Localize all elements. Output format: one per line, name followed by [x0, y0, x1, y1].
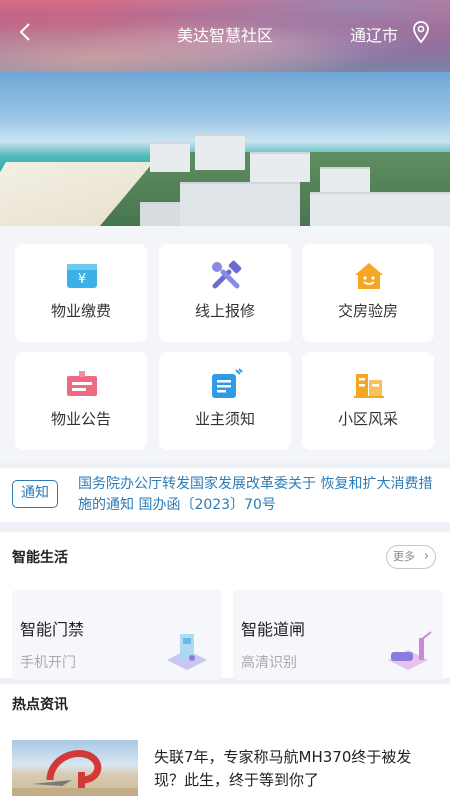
- smart-access-card[interactable]: 智能门禁 手机开门: [12, 590, 222, 680]
- news-thumbnail: [12, 740, 138, 796]
- news-title: 热点资讯: [12, 697, 68, 713]
- service-owner-guide[interactable]: 业主须知: [159, 352, 291, 450]
- smart-life-title: 智能生活: [12, 550, 68, 566]
- service-property-fee[interactable]: ¥ 物业缴费: [15, 244, 147, 342]
- city-selector[interactable]: 通辽市: [350, 22, 398, 46]
- card-title: 智能门禁: [20, 620, 85, 639]
- service-label: 物业公告: [50, 410, 111, 428]
- house-smile-icon: [352, 260, 386, 292]
- wrench-hammer-icon: [209, 260, 243, 292]
- service-label: 线上报修: [194, 302, 255, 320]
- service-community-gallery[interactable]: 小区风采: [302, 352, 434, 450]
- service-grid: ¥ 物业缴费 线上报修 交房验房 物业公告 业主须知 小区风采: [0, 226, 450, 462]
- banner-building: [250, 152, 310, 182]
- smart-gate-card[interactable]: 智能道闸 高清识别: [233, 590, 443, 680]
- location-pin-icon[interactable]: [410, 20, 432, 44]
- notice-board-icon: [65, 368, 99, 400]
- service-online-repair[interactable]: 线上报修: [159, 244, 291, 342]
- news-headline: 失联7年，专家称马航MH370终于被发现？此生，终于等到你了: [154, 748, 412, 789]
- news-item[interactable]: 失联7年，专家称马航MH370终于被发现？此生，终于等到你了: [12, 738, 440, 798]
- banner-building: [180, 182, 300, 226]
- service-label: 业主须知: [194, 410, 255, 428]
- notice-text[interactable]: 国务院办公厅转发国家发展改革委关于 恢复和扩大消费措施的通知 国办函〔2023〕…: [78, 474, 440, 516]
- more-label: 更多: [393, 550, 415, 563]
- banner-building: [150, 142, 190, 172]
- barrier-gate-icon: [383, 630, 433, 670]
- door-access-icon: [162, 630, 212, 670]
- header-bar: 美达智慧社区 通辽市: [0, 0, 450, 72]
- service-label: 小区风采: [337, 410, 398, 428]
- service-house-inspection[interactable]: 交房验房: [302, 244, 434, 342]
- notice-tag: 通知: [12, 480, 58, 508]
- banner-building: [140, 202, 180, 226]
- more-button[interactable]: 更多 ›: [386, 545, 436, 569]
- chevron-right-icon: ›: [423, 549, 429, 564]
- document-icon: [209, 368, 243, 400]
- service-property-notice[interactable]: 物业公告: [15, 352, 147, 450]
- yuan-wallet-icon: ¥: [65, 260, 99, 292]
- banner-building: [195, 134, 245, 170]
- notice-bar[interactable]: 通知 国务院办公厅转发国家发展改革委关于 恢复和扩大消费措施的通知 国办函〔20…: [0, 468, 450, 522]
- banner-image[interactable]: [0, 72, 450, 226]
- svg-text:¥: ¥: [78, 272, 86, 287]
- card-subtitle: 手机开门: [20, 655, 76, 671]
- buildings-icon: [352, 368, 386, 400]
- service-label: 物业缴费: [50, 302, 111, 320]
- card-subtitle: 高清识别: [241, 655, 297, 671]
- banner-building: [320, 167, 370, 193]
- service-label: 交房验房: [337, 302, 398, 320]
- banner-building: [310, 192, 450, 226]
- card-title: 智能道闸: [241, 620, 306, 639]
